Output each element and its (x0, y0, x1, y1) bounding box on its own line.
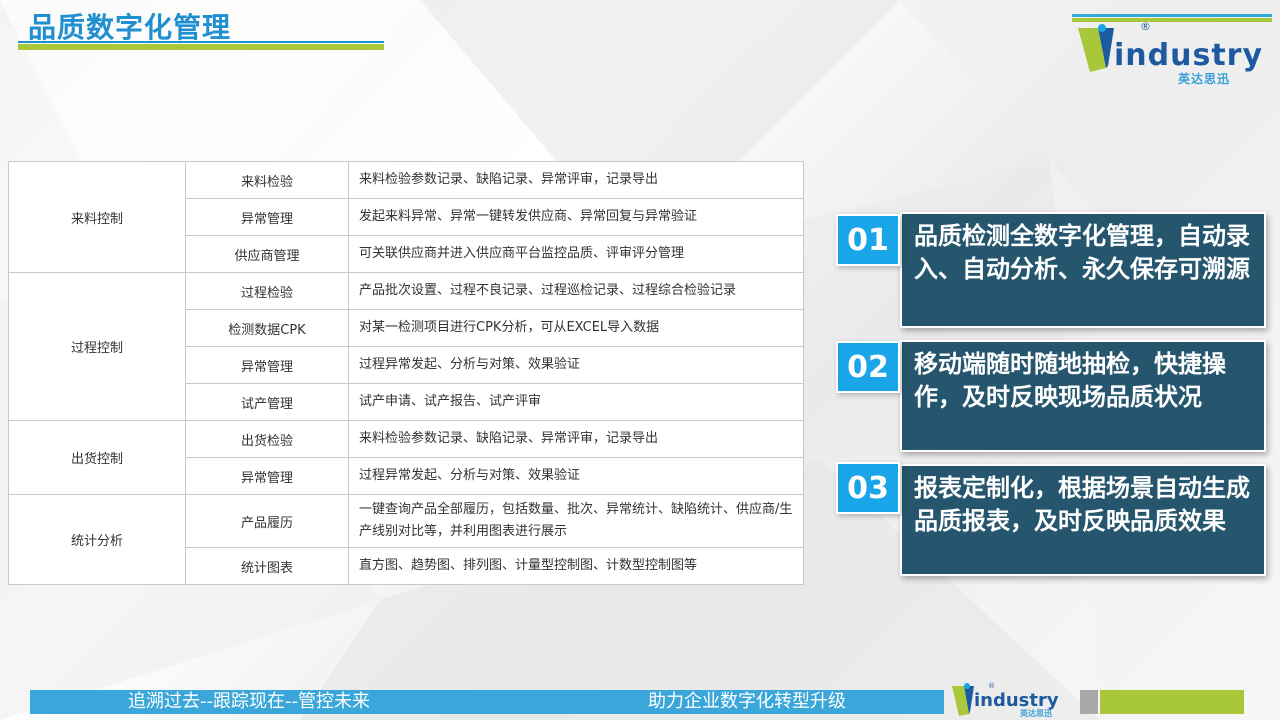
item-cell: 试产管理 (185, 383, 349, 421)
page-title: 品质数字化管理 (28, 11, 232, 44)
item-cell: 过程检验 (185, 272, 349, 310)
logo-chinese-name: 英达思迅 (1178, 72, 1231, 86)
footer-logo-icon: industry 英达思迅 ® (952, 682, 1059, 718)
title-underline-green (18, 44, 384, 50)
table-row: 过程控制 过程检验 产品批次设置、过程不良记录、过程巡检记录、过程综合检验记录 (8, 272, 804, 421)
highlight-text: 移动端随时随地抽检，快捷操作，及时反映现场品质状况 (900, 340, 1266, 452)
footer-green-block (1100, 690, 1244, 714)
logo-rule-blue (1072, 14, 1272, 17)
item-cell: 异常管理 (185, 346, 349, 384)
desc-cell: 过程异常发起、分析与对策、效果验证 (348, 457, 804, 495)
item-cell: 供应商管理 (185, 235, 349, 273)
desc-cell: 过程异常发起、分析与对策、效果验证 (348, 346, 804, 384)
item-cell: 来料检验 (185, 161, 349, 199)
item-cell: 异常管理 (185, 457, 349, 495)
desc-cell: 试产申请、试产报告、试产评审 (348, 383, 804, 421)
quality-control-table: 来料控制 来料检验 来料检验参数记录、缺陷记录、异常评审，记录导出 异常管理 发… (8, 161, 804, 585)
table-row: 出货控制 出货检验 来料检验参数记录、缺陷记录、异常评审，记录导出 (8, 420, 804, 495)
item-cell: 出货检验 (185, 420, 349, 458)
desc-cell: 产品批次设置、过程不良记录、过程巡检记录、过程综合检验记录 (348, 272, 804, 310)
footer-logo-chinese: 英达思迅 (1019, 708, 1052, 718)
table-row: 统计分析 产品履历 一键查询产品全部履历，包括数量、批次、异常统计、缺陷统计、供… (8, 494, 804, 585)
item-cell: 统计图表 (185, 547, 349, 585)
footer-logo-word: industry (974, 690, 1059, 711)
highlight-number: 03 (836, 462, 900, 514)
logo-wordmark: industry (1114, 38, 1264, 73)
highlight-number: 02 (836, 341, 900, 393)
desc-cell: 直方图、趋势图、排列图、计量型控制图、计数型控制图等 (348, 547, 804, 585)
footer-logo-reg: ® (988, 682, 995, 690)
desc-cell: 发起来料异常、异常一键转发供应商、异常回复与异常验证 (348, 198, 804, 236)
category-cell: 来料控制 (8, 161, 186, 273)
category-cell: 统计分析 (8, 494, 186, 585)
desc-cell: 来料检验参数记录、缺陷记录、异常评审，记录导出 (348, 161, 804, 199)
item-cell: 产品履历 (185, 494, 349, 548)
highlight-number: 01 (836, 214, 900, 266)
title-underline-blue (18, 41, 384, 43)
logo-registered-mark: ® (1140, 20, 1151, 33)
logo-mark-icon (1078, 24, 1114, 72)
table-row: 来料控制 来料检验 来料检验参数记录、缺陷记录、异常评审，记录导出 (8, 161, 804, 273)
desc-cell: 来料检验参数记录、缺陷记录、异常评审，记录导出 (348, 420, 804, 458)
highlight-text: 报表定制化，根据场景自动生成品质报表，及时反映品质效果 (900, 464, 1266, 576)
footer-grey-block (1080, 690, 1098, 714)
category-cell: 出货控制 (8, 420, 186, 495)
desc-cell: 一键查询产品全部履历，包括数量、批次、异常统计、缺陷统计、供应商/生产线别对比等… (348, 494, 804, 548)
desc-cell: 可关联供应商并进入供应商平台监控品质、评审评分管理 (348, 235, 804, 273)
item-cell: 异常管理 (185, 198, 349, 236)
highlight-text: 品质检测全数字化管理，自动录入、自动分析、永久保存可溯源 (900, 212, 1266, 328)
item-cell: 检测数据CPK (185, 309, 349, 347)
category-cell: 过程控制 (8, 272, 186, 421)
footer-slogan-left: 追溯过去--跟踪现在--管控未来 (128, 691, 370, 712)
footer-slogan-right: 助力企业数字化转型升级 (648, 691, 846, 712)
desc-cell: 对某一检测项目进行CPK分析，可从EXCEL导入数据 (348, 309, 804, 347)
